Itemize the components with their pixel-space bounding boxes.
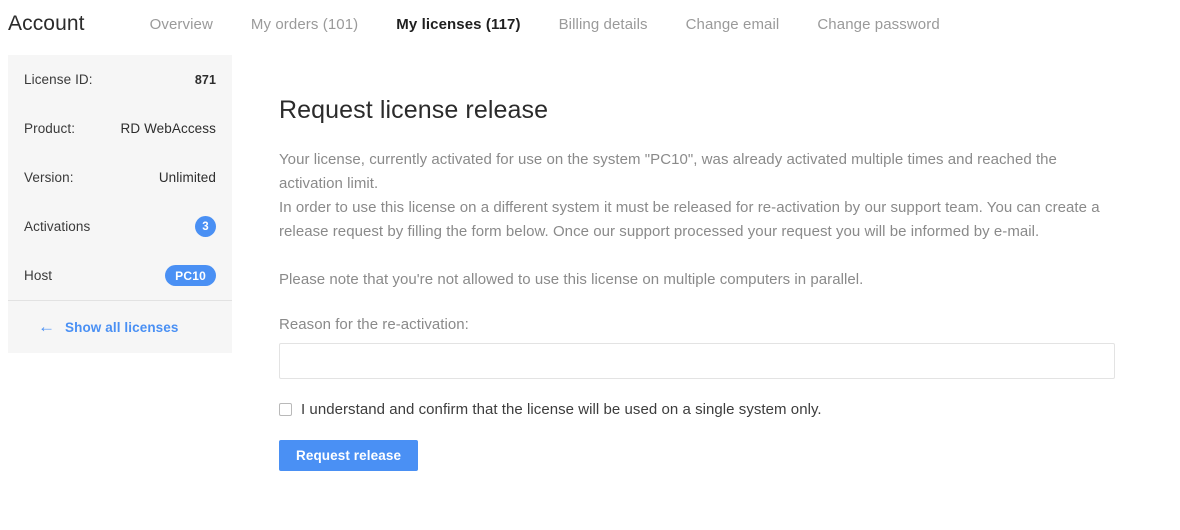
tab-change-email[interactable]: Change email xyxy=(667,16,799,33)
license-id-label: License ID: xyxy=(24,72,93,87)
sidebar-row-version: Version: Unlimited xyxy=(24,153,216,202)
sidebar-row-activations: Activations 3 xyxy=(24,202,216,251)
tab-change-password[interactable]: Change password xyxy=(798,16,958,33)
license-details-sidebar: License ID: 871 Product: RD WebAccess Ve… xyxy=(8,55,232,353)
show-all-licenses-label: Show all licenses xyxy=(65,319,179,335)
tab-my-licenses[interactable]: My licenses (117) xyxy=(377,16,539,33)
version-value: Unlimited xyxy=(158,170,216,185)
intro-paragraph: Your license, currently activated for us… xyxy=(279,151,1057,192)
product-value: RD WebAccess xyxy=(120,121,216,136)
tab-my-orders[interactable]: My orders (101) xyxy=(232,16,377,33)
confirmation-row: I understand and confirm that the licens… xyxy=(279,401,1139,418)
page-title: Request license release xyxy=(279,96,549,124)
license-id-value: 871 xyxy=(194,72,216,87)
tab-overview[interactable]: Overview xyxy=(131,16,232,33)
request-release-button[interactable]: Request release xyxy=(279,440,419,471)
reason-input[interactable] xyxy=(279,343,1115,379)
activations-count-badge: 3 xyxy=(195,216,216,237)
instructions-paragraph: In order to use this license on a differ… xyxy=(279,199,1100,240)
activations-label: Activations xyxy=(24,219,91,234)
host-name-badge: PC10 xyxy=(165,265,216,286)
sidebar-row-license-id: License ID: 871 xyxy=(24,55,216,104)
sidebar-row-product: Product: RD WebAccess xyxy=(24,104,216,153)
tab-billing-details[interactable]: Billing details xyxy=(540,16,667,33)
reason-field-label: Reason for the re-activation: xyxy=(279,316,469,333)
notice-paragraph: Please note that you're not allowed to u… xyxy=(279,271,864,288)
sidebar-row-host: Host PC10 xyxy=(24,251,216,300)
confirm-checkbox[interactable] xyxy=(279,403,292,416)
host-label: Host xyxy=(24,268,53,283)
account-page: Account Overview My orders (101) My lice… xyxy=(0,0,1180,530)
main-content: Request license release Your license, cu… xyxy=(279,55,1139,471)
brand-title: Account xyxy=(8,12,85,35)
product-label: Product: xyxy=(24,121,76,136)
main-navigation: Overview My orders (101) My licenses (11… xyxy=(131,16,959,33)
show-all-licenses-link[interactable]: ← Show all licenses xyxy=(24,301,216,353)
arrow-left-icon: ← xyxy=(38,316,55,336)
version-label: Version: xyxy=(24,170,74,185)
top-header: Account Overview My orders (101) My lice… xyxy=(0,0,1180,48)
confirm-checkbox-label[interactable]: I understand and confirm that the licens… xyxy=(301,401,822,418)
